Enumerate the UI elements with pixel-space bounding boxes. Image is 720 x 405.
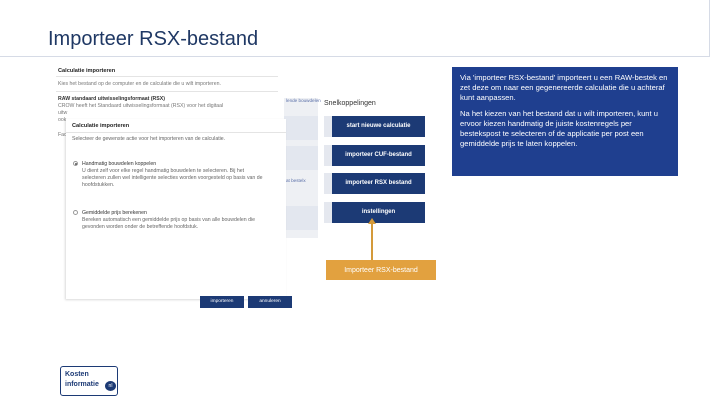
dialog-instruction: Selecteer de gewenste actie voor het imp… <box>72 136 226 142</box>
callout-paragraph: Na het kiezen van het bestand dat u wilt… <box>460 109 658 149</box>
shortcut-new-calculation[interactable]: start nieuwe calculatie <box>332 116 425 137</box>
explanation-callout: Via 'importeer RSX-bestand' importeert u… <box>452 67 678 176</box>
format-description: uitw <box>58 110 68 116</box>
application-screenshot: Calculatie importeren Kies het bestand o… <box>52 64 450 320</box>
divider <box>56 91 278 92</box>
option-average-description: gevonden worden onder de betreffende hoo… <box>82 224 199 230</box>
background-stripe <box>284 146 318 170</box>
shortcut-import-rsx[interactable]: importeer RSX bestand <box>332 173 425 194</box>
background-stripe <box>284 206 318 230</box>
highlight-label: Importeer RSX-bestand <box>326 260 436 280</box>
import-dialog: Calculatie importeren Selecteer de gewen… <box>66 119 286 299</box>
shortcut-import-cuf[interactable]: importeer CUF-bestand <box>332 145 425 166</box>
dialog-header: Calculatie importeren <box>72 123 130 129</box>
shortcut-stripe <box>324 202 332 223</box>
option-manual-description: selecteren zullen wel intelligente selec… <box>82 175 263 181</box>
title-divider <box>0 56 710 57</box>
shortcut-settings[interactable]: instellingen <box>332 202 425 223</box>
dialog-instruction: Kies het bestand op de computer en de ca… <box>58 81 221 87</box>
logo-text: informatie <box>65 381 99 388</box>
option-manual-description: U dient zelf voor elke regel handmatig b… <box>82 168 245 174</box>
slide-edge-line <box>709 0 710 56</box>
shortcuts-heading: Snelkoppelingen <box>324 100 376 107</box>
option-manual-radio[interactable] <box>73 161 78 166</box>
option-average-radio[interactable] <box>73 210 78 215</box>
background-page-column: lende bouwdelen at bestelx <box>284 98 321 238</box>
import-button[interactable]: importeren <box>200 296 244 308</box>
background-stripe <box>284 116 318 140</box>
slide-title: Importeer RSX-bestand <box>48 28 259 50</box>
option-average-description: Bereken automatisch een gemiddelde prijs… <box>82 217 256 223</box>
background-link[interactable]: lende bouwdelen <box>286 98 321 104</box>
option-manual-title: Handmatig bouwdelen koppelen <box>82 161 157 167</box>
callout-paragraph: Via 'importeer RSX-bestand' importeert u… <box>460 73 668 103</box>
dialog-header: Calculatie importeren <box>58 68 116 74</box>
option-manual-description: hoofdstukken. <box>82 182 115 188</box>
shortcut-stripe <box>324 173 332 194</box>
format-description: CROW heeft het Standaard uitwisselingsfo… <box>58 103 224 109</box>
kosteninformatie-logo: Kosten informatie nl <box>60 366 118 396</box>
cancel-button[interactable]: annuleren <box>248 296 292 308</box>
shortcut-stripe <box>324 145 332 166</box>
logo-text: Kosten <box>65 371 89 378</box>
callout-connector-line <box>371 221 373 261</box>
divider <box>56 76 278 77</box>
logo-badge: nl <box>105 381 116 391</box>
shortcut-stripe <box>324 116 332 137</box>
divider <box>66 132 286 133</box>
option-average-title: Gemiddelde prijs berekenen <box>82 210 147 216</box>
background-link[interactable]: at bestelx <box>286 178 306 184</box>
format-label: RAW standaard uitwisselingsformaat (RSX) <box>58 96 165 102</box>
